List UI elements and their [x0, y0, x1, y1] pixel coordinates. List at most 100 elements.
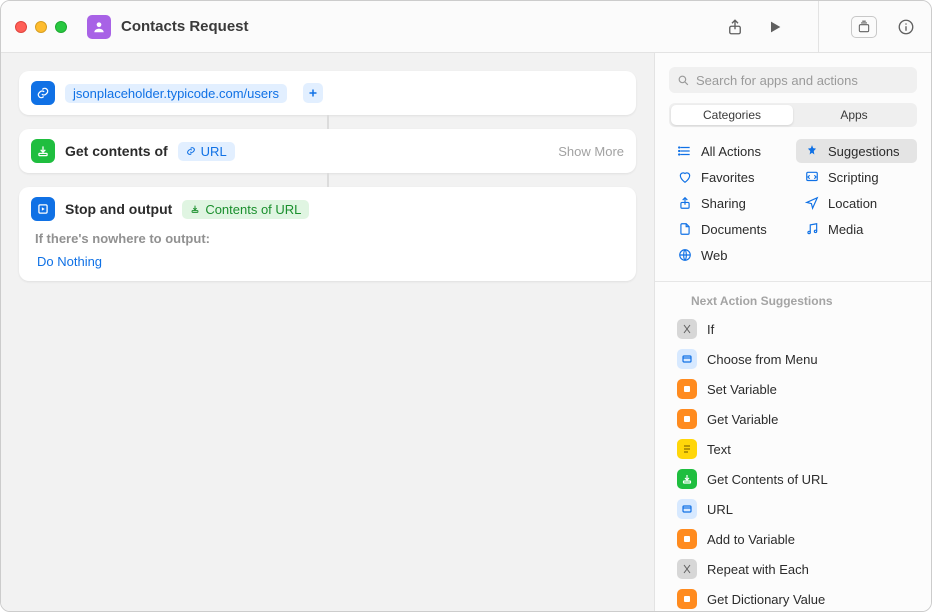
suggestion-item[interactable]: Add to Variable [669, 524, 917, 554]
suggestion-item[interactable]: If [669, 314, 917, 344]
token-label: URL [201, 144, 227, 159]
suggestions-icon [804, 143, 820, 159]
titlebar-actions [724, 1, 917, 53]
add-url-button[interactable] [303, 83, 323, 103]
suggestion-label: Add to Variable [707, 532, 795, 547]
show-more-button[interactable]: Show More [558, 144, 624, 159]
connector [19, 115, 636, 129]
suggestion-item[interactable]: Set Variable [669, 374, 917, 404]
segment-apps[interactable]: Apps [793, 105, 915, 125]
action-url[interactable]: jsonplaceholder.typicode.com/users [19, 71, 636, 115]
workflow-canvas[interactable]: jsonplaceholder.typicode.com/users Get c… [1, 53, 654, 611]
suggestion-item[interactable]: Get Variable [669, 404, 917, 434]
minimize-window-button[interactable] [35, 21, 47, 33]
output-sublabel: If there's nowhere to output: [35, 231, 624, 246]
suggestion-icon [677, 469, 697, 489]
suggestion-label: Get Dictionary Value [707, 592, 825, 607]
link-icon [31, 81, 55, 105]
category-all[interactable]: All Actions [669, 139, 790, 163]
category-grid: All Actions Suggestions Favorites Scripting… [655, 139, 931, 277]
library-toggle-button[interactable] [851, 16, 877, 38]
suggestion-label: Set Variable [707, 382, 777, 397]
window-title: Contacts Request [121, 18, 724, 35]
info-button[interactable] [895, 16, 917, 38]
output-icon [31, 197, 55, 221]
search-field[interactable]: Search for apps and actions [669, 67, 917, 93]
suggestion-label: URL [707, 502, 733, 517]
media-icon [804, 221, 820, 237]
suggestion-item[interactable]: Get Dictionary Value [669, 584, 917, 611]
titlebar-separator [818, 1, 819, 53]
suggestion-icon [677, 589, 697, 609]
suggestion-item[interactable]: Get Contents of URL [669, 464, 917, 494]
category-suggestions[interactable]: Suggestions [796, 139, 917, 163]
library-panel: Search for apps and actions Categories A… [654, 53, 931, 611]
share-button[interactable] [724, 16, 746, 38]
category-label: Web [701, 248, 728, 263]
sharing-icon [677, 195, 693, 211]
category-sharing[interactable]: Sharing [669, 191, 790, 215]
titlebar: Contacts Request [1, 1, 931, 53]
category-scripting[interactable]: Scripting [796, 165, 917, 189]
contents-token[interactable]: Contents of URL [182, 200, 309, 219]
category-label: Favorites [701, 170, 754, 185]
category-label: Sharing [701, 196, 746, 211]
web-icon [677, 247, 693, 263]
documents-icon [677, 221, 693, 237]
url-value-token[interactable]: jsonplaceholder.typicode.com/users [65, 84, 287, 103]
category-label: Media [828, 222, 863, 237]
segment-categories[interactable]: Categories [671, 105, 793, 125]
action-get-contents[interactable]: Get contents of URL Show More [19, 129, 636, 173]
action-label: Stop and output [65, 201, 172, 217]
suggestion-item[interactable]: URL [669, 494, 917, 524]
body: jsonplaceholder.typicode.com/users Get c… [1, 53, 931, 611]
suggestion-icon [677, 379, 697, 399]
category-label: Suggestions [828, 144, 900, 159]
all-icon [677, 143, 693, 159]
traffic-lights [15, 21, 67, 33]
category-label: Location [828, 196, 877, 211]
shortcut-app-icon [87, 15, 111, 39]
action-stop-output[interactable]: Stop and output Contents of URL If there… [19, 187, 636, 281]
suggestions-header: Next Action Suggestions [655, 282, 931, 314]
category-favorites[interactable]: Favorites [669, 165, 790, 189]
location-icon [804, 195, 820, 211]
search-placeholder: Search for apps and actions [696, 73, 858, 88]
close-window-button[interactable] [15, 21, 27, 33]
suggestion-label: Choose from Menu [707, 352, 818, 367]
suggestion-item[interactable]: Choose from Menu [669, 344, 917, 374]
suggestion-item[interactable]: Text [669, 434, 917, 464]
suggestion-icon [677, 559, 697, 579]
suggestion-label: Get Contents of URL [707, 472, 828, 487]
suggestions-list: If Choose from Menu Set Variable Get Variab… [655, 314, 931, 611]
category-documents[interactable]: Documents [669, 217, 790, 241]
favorites-icon [677, 169, 693, 185]
output-option[interactable]: Do Nothing [31, 252, 624, 271]
token-label: Contents of URL [205, 202, 301, 217]
connector [19, 173, 636, 187]
suggestion-label: Text [707, 442, 731, 457]
suggestion-icon [677, 529, 697, 549]
zoom-window-button[interactable] [55, 21, 67, 33]
suggestion-item[interactable]: Repeat with Each [669, 554, 917, 584]
suggestion-icon [677, 319, 697, 339]
url-token[interactable]: URL [178, 142, 235, 161]
category-web[interactable]: Web [669, 243, 790, 267]
run-button[interactable] [764, 16, 786, 38]
action-label: Get contents of [65, 143, 168, 159]
suggestion-icon [677, 409, 697, 429]
category-label: Documents [701, 222, 767, 237]
category-media[interactable]: Media [796, 217, 917, 241]
category-label: Scripting [828, 170, 879, 185]
suggestion-label: If [707, 322, 714, 337]
scripting-icon [804, 169, 820, 185]
suggestion-icon [677, 499, 697, 519]
url-value: jsonplaceholder.typicode.com/users [73, 86, 279, 101]
category-label: All Actions [701, 144, 761, 159]
suggestion-icon [677, 439, 697, 459]
category-location[interactable]: Location [796, 191, 917, 215]
segment-control: Categories Apps [669, 103, 917, 127]
suggestion-label: Get Variable [707, 412, 778, 427]
download-icon [31, 139, 55, 163]
suggestion-icon [677, 349, 697, 369]
